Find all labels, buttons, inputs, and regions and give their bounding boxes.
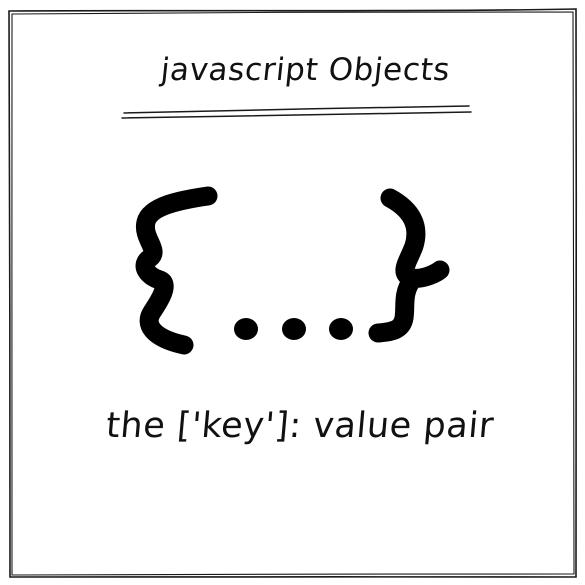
left-brace-icon xyxy=(135,186,218,355)
card-subtitle: the ['key']: value pair xyxy=(104,406,496,446)
card-frame xyxy=(8,8,578,579)
ellipsis-dots xyxy=(234,318,353,340)
curly-braces-ellipsis-icon xyxy=(135,186,450,355)
title-underline xyxy=(121,105,472,119)
card-title: javascript Objects xyxy=(159,52,452,88)
sketch-card: javascript Objects the ['key']: value pa… xyxy=(0,0,585,585)
right-brace-icon xyxy=(368,188,450,343)
